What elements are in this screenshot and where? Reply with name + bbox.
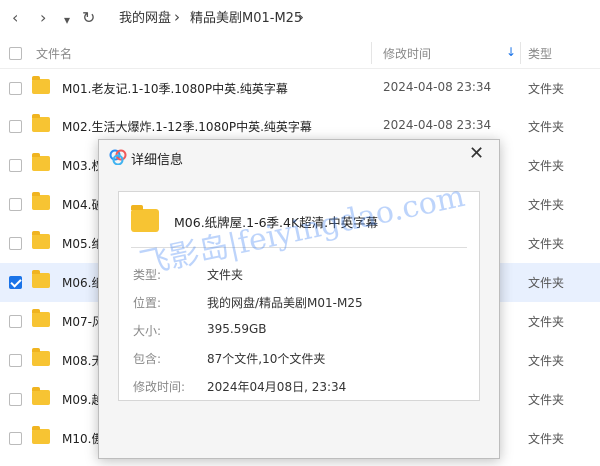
file-type: 文件夹 <box>528 276 565 290</box>
folder-icon <box>32 387 50 405</box>
folder-icon <box>32 114 50 132</box>
details-panel: M06.纸牌屋.1-6季.4K超清.中英字幕 类型: 文件夹 位置: 我的网盘/… <box>118 191 480 401</box>
detail-label-contains: 包含: <box>133 352 162 366</box>
column-divider <box>520 42 521 64</box>
column-header-name[interactable]: 文件名 <box>36 45 72 62</box>
file-type: 文件夹 <box>528 159 565 173</box>
detail-value-modified: 2024年04月08日, 23:34 <box>207 380 347 394</box>
breadcrumb-separator-icon: › <box>174 8 180 26</box>
file-type: 文件夹 <box>528 82 565 96</box>
refresh-icon[interactable]: ↻ <box>82 8 95 28</box>
baidu-netdisk-logo-icon <box>109 149 127 165</box>
folder-icon <box>32 153 50 171</box>
file-name: M01.老友记.1-10季.1080P中英.纯英字幕 <box>62 82 288 96</box>
folder-icon <box>32 426 50 444</box>
folder-icon <box>32 270 50 288</box>
detail-label-modified: 修改时间: <box>133 380 186 394</box>
folder-icon <box>32 348 50 366</box>
forward-arrow-icon[interactable]: › <box>40 8 46 28</box>
row-checkbox[interactable] <box>9 354 22 367</box>
detail-label-type: 类型: <box>133 268 162 282</box>
file-modified: 2024-04-08 23:34 <box>383 118 492 132</box>
details-dialog: 详细信息 ✕ M06.纸牌屋.1-6季.4K超清.中英字幕 类型: 文件夹 位置… <box>98 139 500 459</box>
file-type: 文件夹 <box>528 354 565 368</box>
detail-value-location[interactable]: 我的网盘/精品美剧M01-M25 <box>207 294 363 311</box>
file-type: 文件夹 <box>528 120 565 134</box>
row-checkbox[interactable] <box>9 237 22 250</box>
file-type: 文件夹 <box>528 315 565 329</box>
close-icon[interactable]: ✕ <box>469 144 484 164</box>
dialog-title: 详细信息 <box>131 153 184 168</box>
detail-label-location: 位置: <box>133 296 162 310</box>
row-checkbox[interactable] <box>9 198 22 211</box>
row-checkbox-checked[interactable] <box>9 276 22 289</box>
folder-icon <box>131 205 159 232</box>
back-arrow-icon[interactable]: ‹ <box>12 8 18 28</box>
detail-label-size: 大小: <box>133 324 162 338</box>
row-checkbox[interactable] <box>9 393 22 406</box>
column-header-modified[interactable]: 修改时间 <box>383 45 431 62</box>
detail-value-type: 文件夹 <box>207 268 244 282</box>
history-dropdown-icon[interactable]: ▾ <box>64 10 70 30</box>
file-type: 文件夹 <box>528 198 565 212</box>
row-checkbox[interactable] <box>9 159 22 172</box>
divider <box>131 247 467 248</box>
file-type: 文件夹 <box>528 237 565 251</box>
row-checkbox[interactable] <box>9 315 22 328</box>
folder-icon <box>32 76 50 94</box>
file-modified: 2024-04-08 23:34 <box>383 80 492 94</box>
column-header-type[interactable]: 类型 <box>528 45 552 62</box>
breadcrumb-root[interactable]: 我的网盘 <box>119 10 171 28</box>
breadcrumb-separator-icon: › <box>298 8 304 26</box>
detail-value-size: 395.59GB <box>207 322 267 336</box>
folder-icon <box>32 309 50 327</box>
row-checkbox[interactable] <box>9 432 22 445</box>
folder-icon <box>32 192 50 210</box>
file-type: 文件夹 <box>528 393 565 407</box>
selected-folder-name: M06.纸牌屋.1-6季.4K超清.中英字幕 <box>174 215 379 230</box>
row-checkbox[interactable] <box>9 120 22 133</box>
file-type: 文件夹 <box>528 432 565 446</box>
file-name: M02.生活大爆炸.1-12季.1080P中英.纯英字幕 <box>62 120 312 134</box>
file-row[interactable]: M01.老友记.1-10季.1080P中英.纯英字幕 2024-04-08 23… <box>0 69 600 108</box>
folder-icon <box>32 231 50 249</box>
breadcrumb-current[interactable]: 精品美剧M01-M25 <box>190 10 302 28</box>
toolbar: ‹ › ▾ ↻ 我的网盘 › 精品美剧M01-M25 › <box>0 0 600 38</box>
detail-value-contains: 87个文件,10个文件夹 <box>207 352 326 366</box>
select-all-checkbox[interactable] <box>9 47 22 60</box>
column-divider <box>371 42 372 64</box>
sort-descending-icon[interactable]: ↓ <box>506 45 516 59</box>
file-list-header: 文件名 修改时间 ↓ 类型 <box>0 38 600 69</box>
row-checkbox[interactable] <box>9 82 22 95</box>
